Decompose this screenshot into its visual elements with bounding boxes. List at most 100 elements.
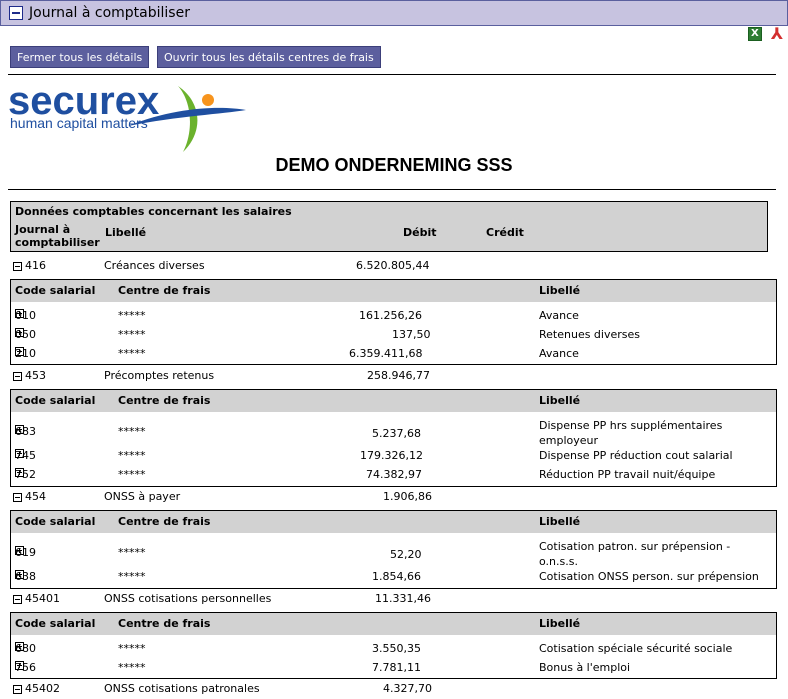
- detail-header: Code salarial Centre de frais Libellé: [11, 390, 776, 412]
- excel-icon[interactable]: X: [747, 27, 762, 41]
- collapse-icon[interactable]: [13, 371, 22, 381]
- journal-row-45401[interactable]: 45401 ONSS cotisations personnelles 11.3…: [10, 589, 768, 608]
- row-libelle-cont: o.n.s.s.: [539, 555, 578, 568]
- row-amount: 52,20: [390, 548, 422, 561]
- accounting-header: Données comptables concernant les salair…: [10, 201, 768, 252]
- row-code: 756: [15, 661, 36, 674]
- row-code: 010: [15, 309, 36, 322]
- row-centre: *****: [118, 546, 146, 559]
- divider: [8, 189, 776, 190]
- row-centre: *****: [118, 661, 146, 674]
- row-libelle: Avance: [539, 347, 579, 360]
- row-libelle-cont: employeur: [539, 434, 599, 447]
- journal-row-453[interactable]: 453 Précomptes retenus 258.946,77: [10, 366, 768, 385]
- collapse-icon[interactable]: [13, 684, 22, 694]
- account-debit: 258.946,77: [367, 369, 430, 382]
- account-label: ONSS cotisations patronales: [104, 682, 260, 695]
- col-debit: Débit: [403, 226, 437, 239]
- row-libelle: Dispense PP hrs supplémentaires: [539, 419, 723, 432]
- row-amount: 5.237,68: [372, 427, 421, 440]
- collapse-icon[interactable]: [9, 6, 23, 20]
- row-code: 050: [15, 328, 36, 341]
- row-amount: 74.382,97: [366, 468, 422, 481]
- account-code: 45402: [25, 682, 60, 695]
- row-libelle: Cotisation spéciale sécurité sociale: [539, 642, 733, 655]
- row-code: 683: [15, 425, 36, 438]
- col-libelle: Libellé: [539, 515, 581, 528]
- row-amount: 7.781,11: [372, 661, 421, 674]
- window-title: Journal à comptabiliser: [29, 5, 190, 21]
- account-debit: 11.331,46: [375, 592, 431, 605]
- row-libelle: Avance: [539, 309, 579, 322]
- col-libelle: Libellé: [539, 617, 581, 630]
- col-centre: Centre de frais: [118, 394, 211, 407]
- row-centre: *****: [118, 328, 146, 341]
- row-code: 680: [15, 642, 36, 655]
- row-code: 752: [15, 468, 36, 481]
- row-amount: 161.256,26: [359, 309, 422, 322]
- detail-header: Code salarial Centre de frais Libellé: [11, 511, 776, 533]
- detail-table-45401: Code salarial Centre de frais Libellé 68…: [10, 612, 777, 679]
- detail-header: Code salarial Centre de frais Libellé: [11, 613, 776, 635]
- row-centre: *****: [118, 570, 146, 583]
- col-libelle: Libellé: [539, 284, 581, 297]
- account-debit: 4.327,70: [383, 682, 432, 695]
- export-toolbar: X ⅄: [747, 26, 783, 42]
- detail-table-416: Code salarial Centre de frais Libellé 01…: [10, 279, 777, 365]
- col-journal: Journal à comptabiliser: [15, 223, 100, 249]
- account-debit: 1.906,86: [383, 490, 432, 503]
- open-all-details-button[interactable]: Ouvrir tous les détails centres de frais: [157, 46, 381, 68]
- journal-row-45402[interactable]: 45402 ONSS cotisations patronales 4.327,…: [10, 679, 768, 698]
- detail-table-453: Code salarial Centre de frais Libellé 68…: [10, 389, 777, 487]
- row-code: 619: [15, 546, 36, 559]
- account-code: 453: [25, 369, 46, 382]
- journal-row-454[interactable]: 454 ONSS à payer 1.906,86: [10, 487, 768, 506]
- company-name: DEMO ONDERNEMING SSS: [275, 155, 513, 175]
- row-centre: *****: [118, 309, 146, 322]
- row-libelle: Réduction PP travail nuit/équipe: [539, 468, 716, 481]
- row-amount: 179.326,12: [360, 449, 423, 462]
- row-code: 638: [15, 570, 36, 583]
- collapse-icon[interactable]: [13, 261, 22, 271]
- col-code: Code salarial: [15, 394, 96, 407]
- detail-header: Code salarial Centre de frais Libellé: [11, 280, 776, 302]
- col-libelle: Libellé: [539, 394, 581, 407]
- logo-tagline: human capital matters: [10, 115, 148, 131]
- row-libelle: Cotisation patron. sur prépension -: [539, 540, 731, 553]
- row-centre: *****: [118, 347, 146, 360]
- securex-logo: securex human capital matters: [8, 79, 246, 152]
- account-code: 416: [25, 259, 46, 272]
- close-all-details-button[interactable]: Fermer tous les détails: [10, 46, 150, 68]
- divider: [8, 74, 776, 75]
- row-libelle: Retenues diverses: [539, 328, 641, 341]
- account-label: Précomptes retenus: [104, 369, 215, 382]
- header-caption: Données comptables concernant les salair…: [15, 205, 292, 218]
- pdf-icon[interactable]: ⅄: [771, 26, 783, 42]
- row-libelle: Bonus à l'emploi: [539, 661, 631, 674]
- col-code: Code salarial: [15, 284, 96, 297]
- col-centre: Centre de frais: [118, 617, 211, 630]
- col-centre: Centre de frais: [118, 284, 211, 297]
- row-libelle: Dispense PP réduction cout salarial: [539, 449, 733, 462]
- account-label: ONSS à payer: [104, 490, 181, 503]
- row-centre: *****: [118, 468, 146, 481]
- col-libelle: Libellé: [105, 226, 147, 239]
- row-centre: *****: [118, 642, 146, 655]
- col-code: Code salarial: [15, 515, 96, 528]
- row-centre: *****: [118, 449, 146, 462]
- row-libelle: Cotisation ONSS person. sur prépension: [539, 570, 759, 583]
- col-centre: Centre de frais: [118, 515, 211, 528]
- collapse-icon[interactable]: [13, 492, 22, 502]
- row-amount: 3.550,35: [372, 642, 421, 655]
- account-debit: 6.520.805,44: [356, 259, 430, 272]
- journal-row-416[interactable]: 416 Créances diverses 6.520.805,44: [10, 256, 768, 275]
- row-centre: *****: [118, 425, 146, 438]
- account-label: ONSS cotisations personnelles: [104, 592, 272, 605]
- window-titlebar: Journal à comptabiliser: [0, 0, 788, 26]
- account-code: 454: [25, 490, 46, 503]
- collapse-icon[interactable]: [13, 594, 22, 604]
- row-amount: 1.854,66: [372, 570, 421, 583]
- detail-table-454: Code salarial Centre de frais Libellé 61…: [10, 510, 777, 589]
- row-code: 210: [15, 347, 36, 360]
- row-amount: 6.359.411,68: [349, 347, 423, 360]
